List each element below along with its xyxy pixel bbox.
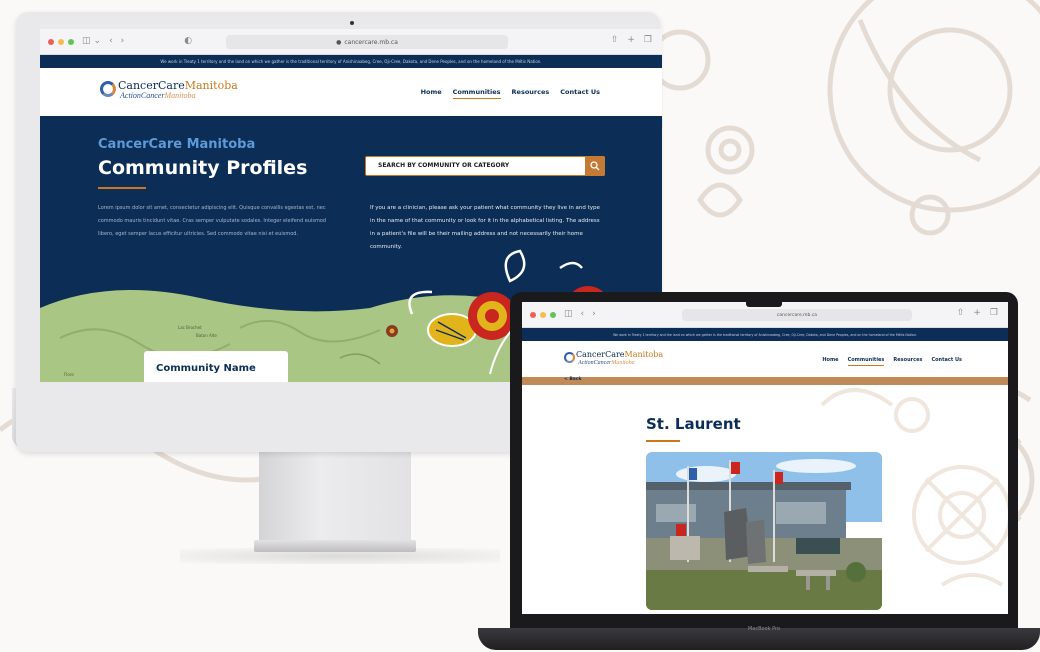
window-controls [530, 311, 556, 318]
url-text: cancercare.mb.ca [776, 312, 818, 318]
nav-communities[interactable]: Communities [847, 357, 885, 366]
logo-mark-icon [564, 352, 575, 363]
back-arrow-icon[interactable]: ‹ [581, 310, 585, 319]
close-button[interactable] [48, 38, 54, 45]
macbook-screen: ◫ ‹ › cancercare.mb.ca ⇧ + ❐ We work in … [522, 302, 1008, 614]
nav-resources[interactable]: Resources [893, 357, 922, 366]
logo-wordmark: CancerCareManitoba [118, 79, 238, 92]
new-tab-icon[interactable]: + [973, 309, 981, 318]
back-arrow-icon[interactable]: ‹ [109, 37, 113, 46]
imac-stand-neck [259, 448, 411, 544]
community-name: Community Name [156, 363, 256, 374]
nav-resources[interactable]: Resources [512, 88, 550, 99]
logo-subline: ActionCancerManitoba [120, 91, 196, 100]
browser-actions: ⇧ + ❐ [611, 36, 652, 45]
forward-arrow-icon[interactable]: › [121, 37, 125, 46]
browser-toolbar: ◫ ⌄ ‹ › ◐ ● cancercare.mb.ca ⇧ + ❐ [40, 29, 662, 55]
intro-paragraph: Lorem ipsum dolor sit amet, consectetur … [98, 205, 327, 237]
address-bar[interactable]: cancercare.mb.ca [682, 309, 912, 321]
share-icon[interactable]: ⇧ [957, 309, 965, 318]
land-acknowledgement-bar: We work in Treaty 1 territory and the la… [522, 328, 1008, 341]
search-button[interactable] [585, 156, 605, 176]
title-divider [646, 440, 680, 442]
land-acknowledgement-text: We work in Treaty 1 territory and the la… [160, 59, 542, 64]
site-header: CancerCareManitoba ActionCancerManitoba … [40, 68, 662, 116]
url-text: cancercare.mb.ca [344, 38, 398, 46]
back-link[interactable]: < Back [564, 377, 581, 383]
tabs-overview-icon[interactable]: ❐ [644, 36, 652, 45]
community-photo [646, 452, 882, 610]
logo-wordmark: CancerCareManitoba [576, 350, 664, 359]
sidebar-toggle-icon[interactable]: ◫ [564, 310, 573, 319]
nav-home[interactable]: Home [421, 88, 442, 99]
map-label: Lac Brochet [178, 325, 202, 330]
minimize-button[interactable] [58, 38, 64, 45]
page-title: Community Profiles [98, 157, 308, 179]
land-acknowledgement-text: We work in Treaty 1 territory and the la… [613, 332, 917, 337]
browser-actions: ⇧ + ❐ [957, 309, 998, 318]
lock-icon: ● [336, 38, 342, 46]
site-header: CancerCareManitoba ActionCancerManitoba … [522, 341, 1008, 377]
search-placeholder: SEARCH BY COMMUNITY OR CATEGORY [378, 162, 510, 169]
back-bar: < Back [522, 377, 1008, 385]
map-label: Flore [64, 372, 74, 377]
community-card[interactable]: Community Name [144, 351, 288, 382]
imac-stand-foot [254, 540, 416, 552]
share-icon[interactable]: ⇧ [611, 36, 619, 45]
minimize-button[interactable] [540, 311, 546, 318]
nav-contact-us[interactable]: Contact Us [560, 88, 600, 99]
new-tab-icon[interactable]: + [627, 36, 635, 45]
window-controls [48, 38, 74, 45]
imac-camera [350, 21, 354, 25]
main-nav: Home Communities Resources Contact Us [421, 88, 600, 99]
privacy-shield-icon[interactable]: ◐ [184, 37, 192, 46]
land-acknowledgement-bar: We work in Treaty 1 territory and the la… [40, 55, 662, 68]
nav-home[interactable]: Home [822, 357, 838, 366]
community-title: St. Laurent [646, 415, 741, 433]
forward-arrow-icon[interactable]: › [592, 310, 596, 319]
hero-subtitle: CancerCare Manitoba [98, 137, 256, 152]
community-photo-image [646, 452, 882, 610]
clinician-instructions: If you are a clinician, please ask your … [370, 205, 600, 250]
title-divider [98, 187, 146, 189]
macbook-brand-label: MacBook Pro [747, 626, 781, 632]
logo-mark-icon [100, 81, 116, 97]
zoom-button[interactable] [550, 311, 556, 318]
search-icon [590, 161, 600, 171]
tabs-overview-icon[interactable]: ❐ [990, 309, 998, 318]
sidebar-toggle-icon[interactable]: ◫ [82, 37, 91, 46]
macbook-notch [746, 302, 782, 307]
map-label: Baton Alte [196, 333, 217, 338]
address-bar[interactable]: ● cancercare.mb.ca [226, 35, 508, 49]
nav-communities[interactable]: Communities [452, 88, 501, 99]
nav-contact-us[interactable]: Contact Us [931, 357, 962, 366]
chevron-down-icon[interactable]: ⌄ [94, 37, 102, 46]
logo-subline: ActionCancerManitoba [578, 360, 635, 366]
community-search-input[interactable]: SEARCH BY COMMUNITY OR CATEGORY [365, 156, 605, 176]
zoom-button[interactable] [68, 38, 74, 45]
close-button[interactable] [530, 311, 536, 318]
main-nav: Home Communities Resources Contact Us [822, 357, 962, 366]
